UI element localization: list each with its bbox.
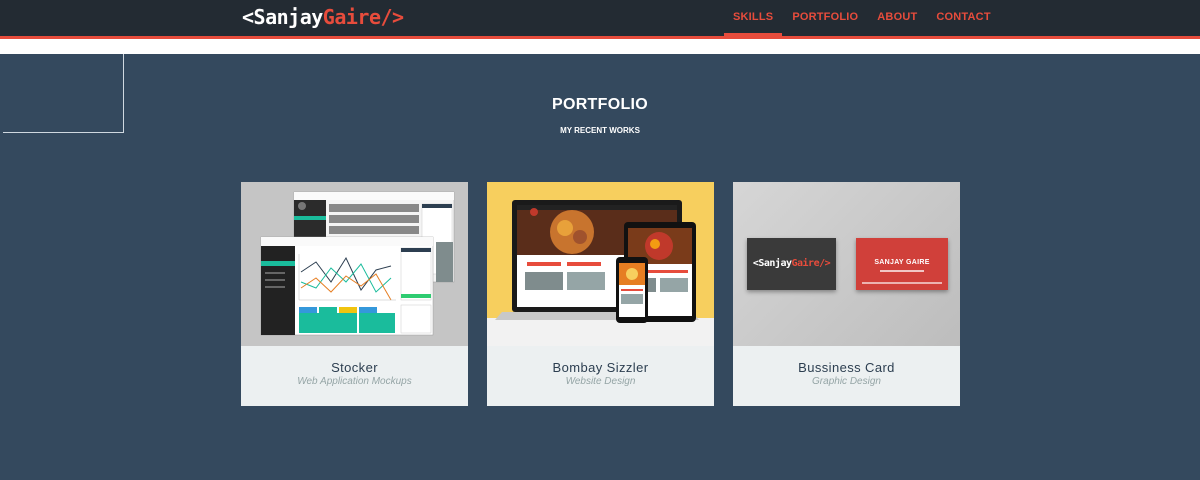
- section-subtitle: MY RECENT WORKS: [560, 126, 640, 135]
- logo-text-right: Gaire/>: [322, 5, 404, 29]
- business-card-dark: <SanjayGaire/>: [747, 238, 836, 290]
- card-category: Graphic Design: [812, 376, 881, 387]
- responsive-devices-mockup-image: [487, 182, 714, 346]
- red-card-name: SANJAY GAIRE: [874, 259, 930, 266]
- dark-card-logo-right: Gaire/>: [791, 258, 831, 269]
- red-card-contact-line: [862, 282, 942, 284]
- card-category: Web Application Mockups: [297, 376, 412, 387]
- nav-link-portfolio[interactable]: PORTFOLIO: [783, 0, 867, 36]
- nav-link-contact[interactable]: CONTACT: [927, 0, 999, 36]
- logo-text-left: <Sanjay: [242, 5, 323, 29]
- portfolio-card-bombay-sizzler[interactable]: Bombay Sizzler Website Design: [487, 182, 714, 406]
- nav-link-about[interactable]: ABOUT: [868, 0, 926, 36]
- business-card-red: SANJAY GAIRE: [856, 238, 948, 290]
- card-title: Bombay Sizzler: [552, 360, 649, 375]
- portfolio-card-stocker[interactable]: Stocker Web Application Mockups: [241, 182, 468, 406]
- site-logo[interactable]: <SanjayGaire/>: [242, 4, 404, 30]
- top-navbar: <SanjayGaire/> SKILLS PORTFOLIO ABOUT CO…: [0, 0, 1200, 39]
- decorative-corner-frame: [3, 54, 124, 133]
- dark-card-logo-left: <Sanjay: [752, 258, 792, 269]
- section-title: PORTFOLIO: [551, 96, 649, 113]
- business-card-mockup-image: <SanjayGaire/> SANJAY GAIRE: [733, 182, 960, 346]
- divider-strip: [0, 39, 1200, 54]
- dark-card-logo: <SanjayGaire/>: [747, 258, 836, 270]
- card-title: Stocker: [331, 360, 378, 375]
- card-title: Bussiness Card: [798, 360, 895, 375]
- card-category: Website Design: [565, 376, 636, 387]
- nav-menu: SKILLS PORTFOLIO ABOUT CONTACT: [724, 0, 1001, 36]
- nav-link-skills[interactable]: SKILLS: [724, 0, 783, 36]
- portfolio-card-business-card[interactable]: <SanjayGaire/> SANJAY GAIRE Bussiness Ca…: [733, 182, 960, 406]
- red-card-tagline-line: [880, 270, 924, 272]
- dashboard-mockup-image: [241, 182, 468, 346]
